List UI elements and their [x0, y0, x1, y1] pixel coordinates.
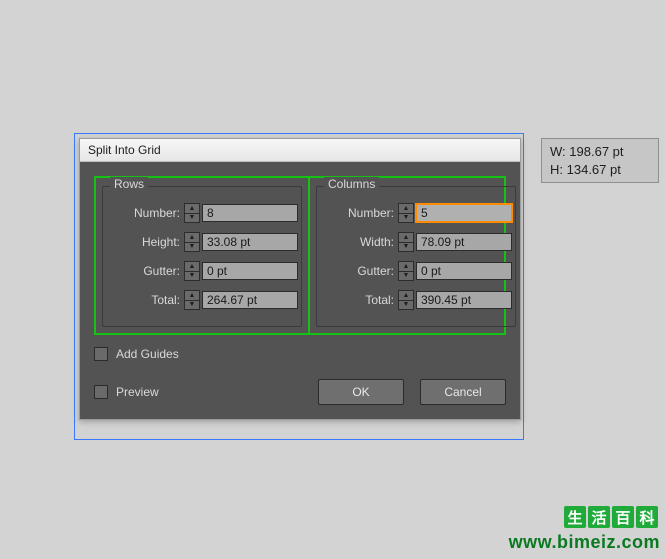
columns-width-stepper[interactable]: ▲ ▼ — [398, 232, 414, 252]
dimensions-info-box: W: 198.67 pt H: 134.67 pt — [541, 138, 659, 183]
dialog-titlebar[interactable]: Split Into Grid — [80, 139, 520, 162]
stepper-down-icon[interactable]: ▼ — [399, 242, 413, 252]
stepper-up-icon[interactable]: ▲ — [399, 291, 413, 300]
columns-total-field[interactable]: 390.45 pt — [416, 291, 512, 309]
stepper-up-icon[interactable]: ▲ — [185, 233, 199, 242]
rows-height-label: Height: — [106, 235, 184, 249]
watermark-logo: 生 活 百 科 — [562, 504, 660, 530]
cancel-button[interactable]: Cancel — [420, 379, 506, 405]
button-row: Preview OK Cancel — [94, 379, 506, 405]
ok-button[interactable]: OK — [318, 379, 404, 405]
add-guides-row[interactable]: Add Guides — [94, 347, 506, 361]
rows-gutter-field[interactable]: 0 pt — [202, 262, 298, 280]
watermark-char: 活 — [588, 506, 610, 528]
stepper-down-icon[interactable]: ▼ — [399, 271, 413, 281]
info-h-label: H: — [550, 162, 563, 177]
rows-height-field[interactable]: 33.08 pt — [202, 233, 298, 251]
rows-total-field[interactable]: 264.67 pt — [202, 291, 298, 309]
rows-total-stepper[interactable]: ▲ ▼ — [184, 290, 200, 310]
columns-legend: Columns — [324, 177, 379, 191]
stepper-up-icon[interactable]: ▲ — [399, 204, 413, 213]
rows-panel: Rows Number: ▲ ▼ 8 Height: ▲ ▼ 33.08 pt — [96, 178, 308, 333]
dialog-title: Split Into Grid — [88, 143, 161, 157]
dialog-body: Rows Number: ▲ ▼ 8 Height: ▲ ▼ 33.08 pt — [80, 162, 520, 419]
info-w-label: W: — [550, 144, 566, 159]
rows-legend: Rows — [110, 177, 148, 191]
split-into-grid-dialog: Split Into Grid Rows Number: ▲ ▼ 8 Heigh… — [79, 138, 521, 420]
stepper-up-icon[interactable]: ▲ — [185, 204, 199, 213]
columns-gutter-stepper[interactable]: ▲ ▼ — [398, 261, 414, 281]
rows-gutter-stepper[interactable]: ▲ ▼ — [184, 261, 200, 281]
stepper-down-icon[interactable]: ▼ — [185, 242, 199, 252]
columns-number-label: Number: — [320, 206, 398, 220]
stepper-up-icon[interactable]: ▲ — [399, 233, 413, 242]
rows-number-stepper[interactable]: ▲ ▼ — [184, 203, 200, 223]
columns-gutter-field[interactable]: 0 pt — [416, 262, 512, 280]
stepper-up-icon[interactable]: ▲ — [185, 291, 199, 300]
rows-number-label: Number: — [106, 206, 184, 220]
rows-gutter-row: Gutter: ▲ ▼ 0 pt — [106, 261, 298, 281]
watermark-url: www.bimeiz.com — [509, 532, 660, 553]
rows-total-label: Total: — [106, 293, 184, 307]
columns-total-stepper[interactable]: ▲ ▼ — [398, 290, 414, 310]
columns-panel: Columns Number: ▲ ▼ 5 Width: ▲ ▼ 78.09 — [308, 178, 522, 333]
rows-height-row: Height: ▲ ▼ 33.08 pt — [106, 232, 298, 252]
columns-width-row: Width: ▲ ▼ 78.09 pt — [320, 232, 512, 252]
rows-gutter-label: Gutter: — [106, 264, 184, 278]
stepper-down-icon[interactable]: ▼ — [399, 300, 413, 310]
columns-total-row: Total: ▲ ▼ 390.45 pt — [320, 290, 512, 310]
add-guides-checkbox[interactable] — [94, 347, 108, 361]
stepper-up-icon[interactable]: ▲ — [399, 262, 413, 271]
preview-label: Preview — [116, 385, 159, 399]
preview-row[interactable]: Preview — [94, 385, 159, 399]
info-w-value: 198.67 pt — [569, 144, 623, 159]
columns-number-stepper[interactable]: ▲ ▼ — [398, 203, 414, 223]
info-w-row: W: 198.67 pt — [550, 143, 650, 161]
stepper-up-icon[interactable]: ▲ — [185, 262, 199, 271]
info-h-row: H: 134.67 pt — [550, 161, 650, 179]
columns-width-field[interactable]: 78.09 pt — [416, 233, 512, 251]
stepper-down-icon[interactable]: ▼ — [399, 213, 413, 223]
stepper-down-icon[interactable]: ▼ — [185, 213, 199, 223]
rows-height-stepper[interactable]: ▲ ▼ — [184, 232, 200, 252]
columns-total-label: Total: — [320, 293, 398, 307]
watermark-char: 科 — [636, 506, 658, 528]
rows-number-field[interactable]: 8 — [202, 204, 298, 222]
preview-checkbox[interactable] — [94, 385, 108, 399]
rows-number-row: Number: ▲ ▼ 8 — [106, 203, 298, 223]
add-guides-label: Add Guides — [116, 347, 179, 361]
watermark-char: 百 — [612, 506, 634, 528]
rows-total-row: Total: ▲ ▼ 264.67 pt — [106, 290, 298, 310]
highlight-box: Rows Number: ▲ ▼ 8 Height: ▲ ▼ 33.08 pt — [94, 176, 506, 335]
watermark-char: 生 — [564, 506, 586, 528]
watermark: 生 活 百 科 www.bimeiz.com — [509, 504, 660, 553]
stepper-down-icon[interactable]: ▼ — [185, 271, 199, 281]
stepper-down-icon[interactable]: ▼ — [185, 300, 199, 310]
columns-number-row: Number: ▲ ▼ 5 — [320, 203, 512, 223]
columns-gutter-label: Gutter: — [320, 264, 398, 278]
columns-number-field[interactable]: 5 — [416, 204, 512, 222]
columns-gutter-row: Gutter: ▲ ▼ 0 pt — [320, 261, 512, 281]
info-h-value: 134.67 pt — [567, 162, 621, 177]
columns-width-label: Width: — [320, 235, 398, 249]
